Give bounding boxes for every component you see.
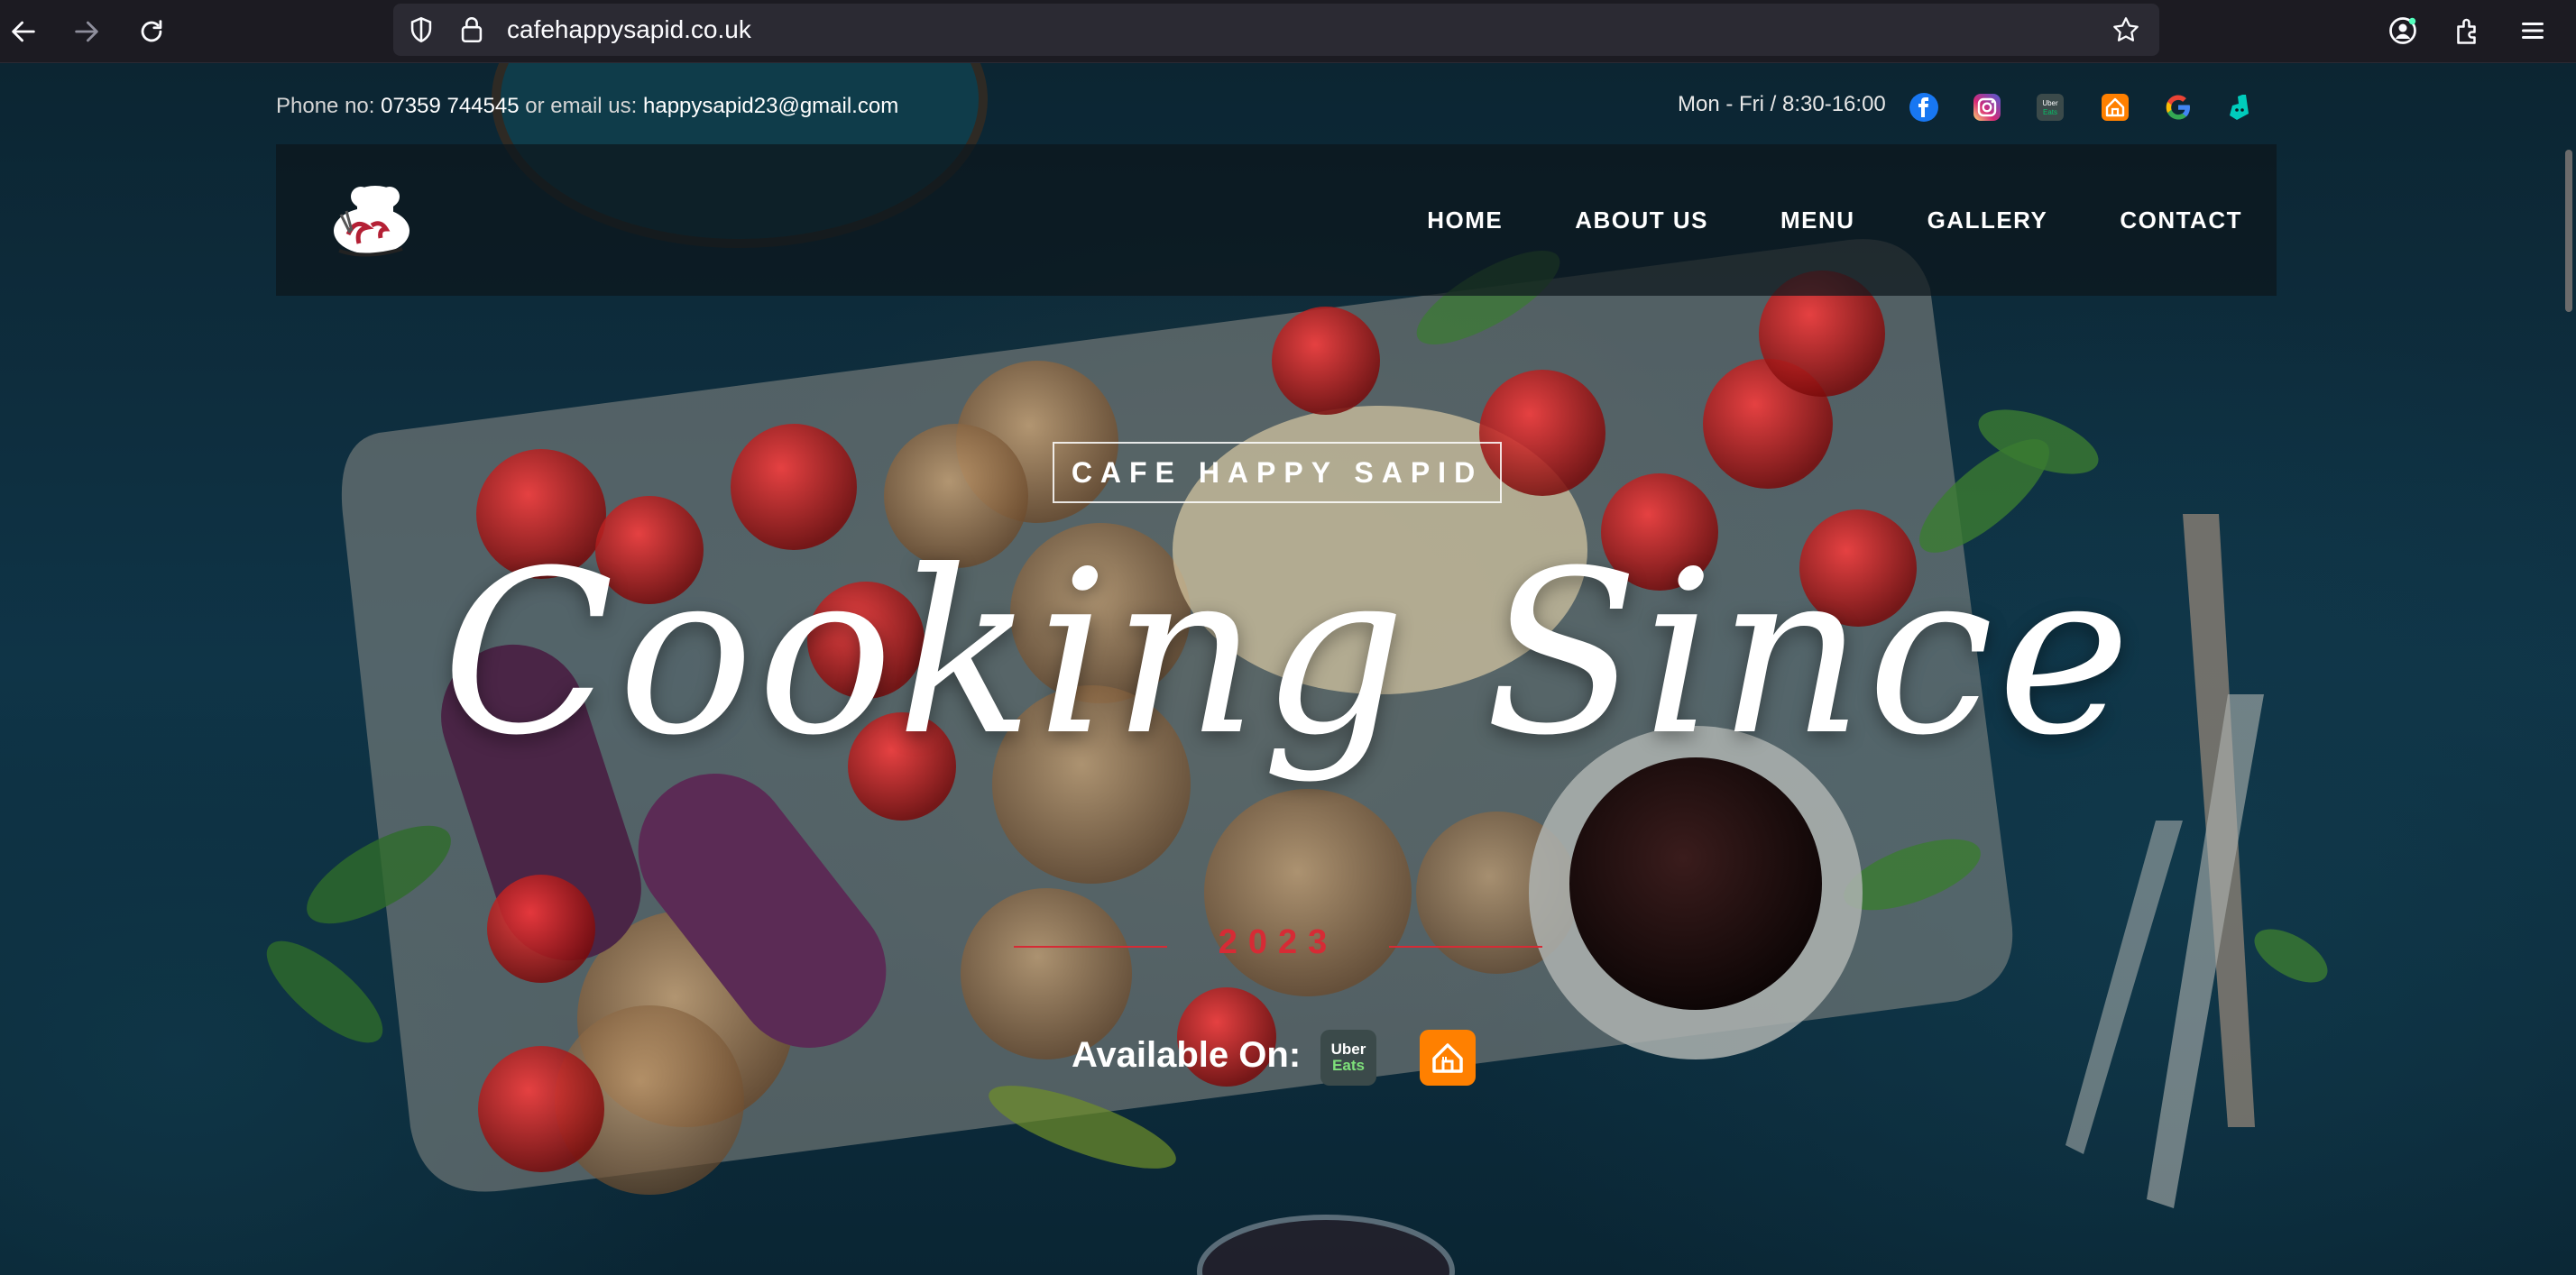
hero-section: Phone no: 07359 744545 or email us: happ… [0,63,2576,1275]
deliveroo-link[interactable] [2224,92,2255,123]
shield-icon[interactable] [406,14,437,45]
nav-item-home[interactable]: HOME [1427,206,1503,234]
forward-button[interactable] [65,10,108,53]
instagram-icon [1973,94,2001,121]
main-navigation: HOME ABOUT US MENU GALLERY CONTACT [276,144,2277,296]
svg-text:Uber: Uber [2042,99,2058,107]
bookmark-star-icon[interactable] [2111,14,2141,45]
nav-item-gallery[interactable]: GALLERY [1927,206,2048,234]
facebook-icon [1909,93,1938,122]
cafe-logo[interactable] [321,179,420,265]
hero-tagline: CAFE HAPPY SAPID [1071,455,1484,489]
extensions-button[interactable] [2448,11,2488,50]
account-button[interactable] [2383,11,2423,50]
nav-item-contact[interactable]: CONTACT [2120,206,2242,234]
phone-number[interactable]: 07359 744545 [381,94,520,118]
nav-item-about-us[interactable]: ABOUT US [1575,206,1708,234]
hero-year: 2023 [1218,923,1339,961]
reload-icon [141,20,162,42]
hamburger-icon [2522,23,2544,39]
uber-eats-link[interactable]: Uber Eats [2035,92,2065,123]
hero-year-row: 2023 [1014,923,1542,968]
lock-icon[interactable] [456,14,487,45]
facebook-link[interactable] [1909,92,1939,123]
menu-button[interactable] [2513,11,2553,50]
email-label: or email us: [525,94,638,118]
address-bar[interactable]: cafehappysapid.co.uk [393,4,2159,56]
nav-links: HOME ABOUT US MENU GALLERY CONTACT [1427,144,2277,296]
url-text[interactable]: cafehappysapid.co.uk [507,4,751,56]
uber-eats-icon: UberEats [2037,94,2064,121]
deliveroo-icon [2230,95,2249,120]
puzzle-icon [2457,18,2476,44]
nav-item-menu[interactable]: MENU [1780,206,1855,234]
back-arrow-icon [12,21,35,42]
opening-hours: Mon - Fri / 8:30-16:00 [1678,92,1886,116]
back-button[interactable] [2,10,45,53]
instagram-link[interactable] [1972,92,2002,123]
browser-toolbar: cafehappysapid.co.uk [0,0,2576,63]
just-eat-badge-icon [1432,1043,1463,1073]
uber-eats-badge-icon: Uber Eats [1330,1041,1366,1074]
hero-tagline-box: CAFE HAPPY SAPID [1053,442,1502,503]
google-link[interactable] [2163,92,2194,123]
reload-button[interactable] [130,10,173,53]
just-eat-icon [2102,94,2129,121]
page-scrollbar[interactable] [2565,150,2572,312]
phone-label: Phone no: [276,94,375,118]
google-icon [2166,95,2190,120]
just-eat-link[interactable] [2100,92,2130,123]
just-eat-app-link[interactable] [1420,1030,1476,1086]
contact-info: Phone no: 07359 744545 or email us: happ… [276,94,898,119]
email-link[interactable]: happysapid23@gmail.com [643,94,898,118]
uber-eats-app-link[interactable]: Uber Eats [1320,1030,1376,1086]
hero-title: Cooking Since [441,522,2135,784]
forward-arrow-icon [75,21,98,42]
available-on-label: Available On: [1072,1035,1302,1075]
account-icon [2389,17,2416,44]
svg-text:Eats: Eats [2043,108,2057,116]
